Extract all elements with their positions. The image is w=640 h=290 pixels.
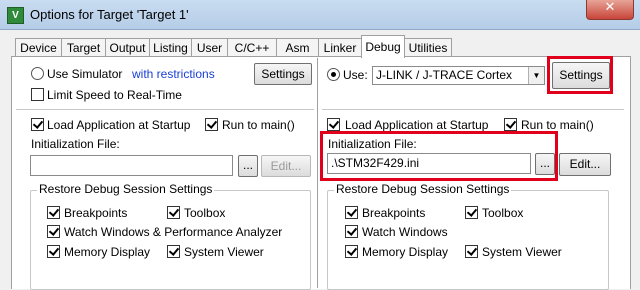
system-viewer-checkbox-right[interactable] [465,245,478,258]
watch-windows-checkbox-right[interactable] [345,225,358,238]
app-icon: V [7,7,24,24]
restore-session-title-right: Restore Debug Session Settings [334,182,512,196]
toolbox-label: Toolbox [184,206,226,220]
run-to-main-checkbox-right[interactable] [504,118,517,131]
settings-highlight-box [547,56,613,94]
watch-windows-label-right: Watch Windows [362,225,448,239]
tab-debug[interactable]: Debug [361,35,405,58]
left-separator [16,109,314,110]
simulator-settings-button[interactable]: Settings [254,63,312,85]
tab-c-cpp[interactable]: C/C++ [227,38,277,57]
tab-device[interactable]: Device [15,38,62,57]
use-simulator-label: Use Simulator [47,67,123,81]
breakpoints-label-right: Breakpoints [362,206,426,220]
tab-asm[interactable]: Asm [276,38,319,57]
system-viewer-checkbox[interactable] [167,245,180,258]
init-file-label: Initialization File: [31,137,120,151]
system-viewer-label: System Viewer [184,245,264,259]
tab-listing[interactable]: Listing [149,38,192,57]
memory-display-label-right: Memory Display [362,245,449,259]
load-app-label: Load Application at Startup [47,118,191,132]
restore-session-title: Restore Debug Session Settings [37,182,215,196]
breakpoints-checkbox-right[interactable] [345,206,358,219]
watch-windows-label: Watch Windows & Performance Analyzer [64,225,283,239]
debugger-select[interactable]: J-LINK / J-TRACE Cortex ▼ [372,66,545,85]
tab-output[interactable]: Output [105,38,150,57]
close-button[interactable]: ✕ [586,0,634,20]
load-app-label-right: Load Application at Startup [345,118,489,132]
restrictions-link[interactable]: with restrictions [132,67,215,81]
init-file-browse-button[interactable]: ... [238,155,258,177]
memory-display-checkbox-right[interactable] [345,245,358,258]
right-separator [322,109,624,110]
restore-session-group-right [327,190,609,290]
chevron-down-icon[interactable]: ▼ [528,67,544,84]
panel-divider [317,58,319,288]
init-file-edit-button[interactable]: Edit... [261,155,311,177]
debugger-select-value: J-LINK / J-TRACE Cortex [376,68,513,82]
limit-speed-label: Limit Speed to Real-Time [47,88,182,102]
toolbox-checkbox-right[interactable] [465,206,478,219]
toolbox-checkbox[interactable] [167,206,180,219]
run-to-main-label-right: Run to main() [521,118,594,132]
toolbox-label-right: Toolbox [482,206,524,220]
run-to-main-label: Run to main() [222,118,295,132]
load-app-checkbox[interactable] [31,118,44,131]
init-file-highlight-box [320,131,558,181]
memory-display-label: Memory Display [64,245,151,259]
use-debugger-radio[interactable] [327,68,340,81]
window-title: Options for Target 'Target 1' [30,7,189,22]
watch-windows-checkbox[interactable] [47,225,60,238]
init-file-edit-button-right[interactable]: Edit... [559,153,611,176]
breakpoints-label: Breakpoints [64,206,128,220]
use-simulator-radio[interactable] [31,67,44,80]
limit-speed-checkbox[interactable] [31,88,44,101]
load-app-checkbox-right[interactable] [327,118,340,131]
use-label: Use: [343,68,368,82]
tab-utilities[interactable]: Utilities [404,38,452,57]
tab-user[interactable]: User [191,38,228,57]
system-viewer-label-right: System Viewer [482,245,562,259]
title-bar: V Options for Target 'Target 1' ✕ [0,0,640,30]
init-file-input[interactable] [30,155,233,176]
memory-display-checkbox[interactable] [47,245,60,258]
tab-target[interactable]: Target [61,38,106,57]
run-to-main-checkbox[interactable] [205,118,218,131]
tab-linker[interactable]: Linker [318,38,362,57]
restore-session-group [30,190,311,290]
breakpoints-checkbox[interactable] [47,206,60,219]
